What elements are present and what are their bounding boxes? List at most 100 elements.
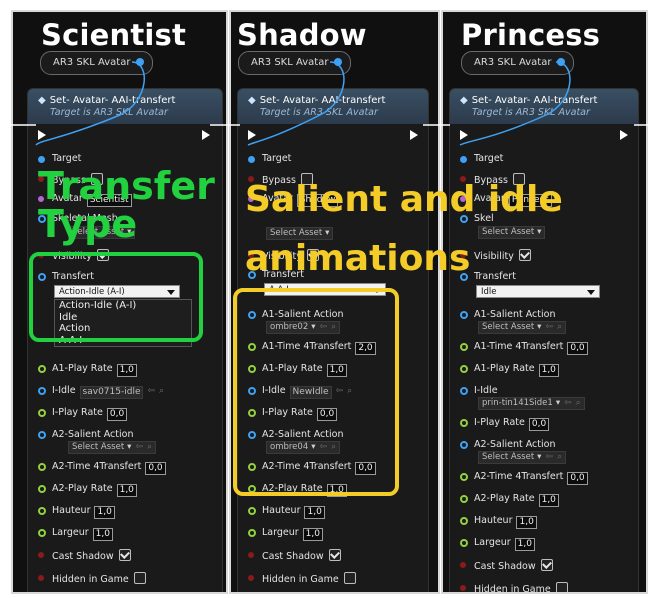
search-icon[interactable]: ⌕ [576, 398, 581, 408]
float-pin-icon[interactable] [38, 463, 46, 471]
bool-pin-icon[interactable] [248, 552, 254, 558]
number-field[interactable]: 1,0 [538, 364, 559, 377]
cast-shadow-checkbox[interactable] [118, 549, 131, 561]
asset-label: Select Asset [270, 228, 323, 238]
number-field[interactable]: 1,0 [116, 484, 137, 497]
hidden-in-game-checkbox[interactable] [133, 572, 146, 584]
cast-shadow-checkbox[interactable] [328, 549, 341, 561]
arrow-left-icon[interactable]: ⇦ [135, 442, 143, 452]
search-icon[interactable]: ⌕ [147, 442, 152, 452]
hidden-in-game-checkbox[interactable] [343, 572, 356, 584]
float-pin-icon[interactable] [460, 539, 468, 547]
row-label: Target [52, 153, 82, 164]
row-label: I-Idle [474, 385, 498, 396]
number-field[interactable]: 0,0 [567, 342, 588, 355]
number-field[interactable]: 1,0 [304, 506, 325, 519]
row-label: Target [262, 153, 292, 164]
exec-row [238, 124, 428, 146]
number-field[interactable]: 0,0 [145, 462, 166, 475]
exec-out-icon[interactable] [202, 130, 210, 140]
avatar-variable-node[interactable]: AR3 SKL Avatar [461, 51, 575, 75]
number-field[interactable]: 0,0 [106, 408, 128, 421]
transfer-type-highlight [29, 252, 203, 342]
hidden-in-game-checkbox[interactable] [555, 582, 568, 592]
avatar-variable-node[interactable]: AR3 SKL Avatar [40, 51, 154, 75]
number-field[interactable]: 1,0 [92, 528, 113, 541]
object-pin-icon[interactable] [460, 387, 468, 395]
object-pin-icon[interactable] [38, 431, 46, 439]
visibility-checkbox[interactable] [518, 249, 531, 261]
row-label: I-Play Rate [474, 417, 525, 428]
float-pin-icon[interactable] [248, 529, 256, 537]
arrow-left-icon[interactable]: ⇦ [147, 386, 155, 396]
float-pin-icon[interactable] [38, 485, 46, 493]
bool-pin-icon[interactable] [38, 552, 44, 558]
object-pin-icon[interactable] [460, 311, 468, 319]
arrow-left-icon[interactable]: ⇦ [545, 452, 553, 462]
asset-label: Select Asset [482, 452, 535, 462]
search-icon[interactable]: ⌕ [557, 322, 562, 332]
exec-in-icon[interactable] [248, 130, 256, 140]
output-pin-icon[interactable] [136, 58, 145, 66]
object-pin-icon[interactable] [248, 156, 255, 163]
search-icon[interactable]: ⌕ [159, 386, 164, 396]
select-asset-dropdown[interactable]: Select Asset ▾ ⇦ ⌕ [478, 451, 567, 464]
column-princess: Princess AR3 SKL Avatar ◆ Set- Avatar- AA… [441, 10, 648, 594]
search-icon[interactable]: ⌕ [557, 452, 562, 462]
object-pin-icon[interactable] [38, 387, 46, 395]
float-pin-icon[interactable] [38, 507, 46, 515]
avatar-variable-node[interactable]: AR3 SKL Avatar [238, 51, 352, 75]
float-pin-icon[interactable] [460, 517, 468, 525]
object-pin-icon[interactable] [460, 441, 468, 449]
row-label: A2-Salient Action [52, 429, 134, 440]
arrow-left-icon[interactable]: ⇦ [545, 322, 553, 332]
float-pin-icon[interactable] [460, 365, 468, 373]
caret-down-icon: ▾ [555, 398, 561, 408]
row-label: Hauteur [474, 515, 513, 526]
exec-out-icon[interactable] [410, 130, 418, 140]
row-label: A2-Play Rate [52, 483, 113, 494]
bool-pin-icon[interactable] [460, 585, 466, 591]
function-icon: ◆ [460, 95, 468, 106]
float-pin-icon[interactable] [248, 507, 256, 515]
arrow-left-icon[interactable]: ⇦ [564, 398, 572, 408]
bool-pin-icon[interactable] [460, 562, 466, 568]
number-field[interactable]: 1,0 [514, 538, 535, 551]
number-field[interactable]: 1,0 [116, 364, 137, 377]
float-pin-icon[interactable] [460, 419, 468, 427]
output-pin-icon[interactable] [334, 58, 343, 66]
number-field[interactable]: 1,0 [302, 528, 323, 541]
object-pin-icon[interactable] [460, 156, 467, 163]
bool-pin-icon[interactable] [38, 575, 44, 581]
select-asset-dropdown[interactable]: Select Asset ▾ ⇦ ⌕ [478, 321, 567, 334]
row-label: Hidden in Game [474, 584, 551, 594]
transfert-select[interactable]: Idle [476, 285, 600, 298]
asset-field[interactable]: sav0715-idle [79, 386, 144, 399]
set-avatar-node[interactable]: ◆ Set- Avatar- AAI-transfert Target is AR… [449, 88, 639, 594]
exec-in-icon[interactable] [460, 130, 468, 140]
output-pin-icon[interactable] [557, 58, 566, 66]
float-pin-icon[interactable] [460, 495, 468, 503]
exec-in-icon[interactable] [38, 130, 46, 140]
float-pin-icon[interactable] [460, 473, 468, 481]
select-asset-dropdown[interactable]: Select Asset ▾ ⇦ ⌕ [68, 441, 157, 454]
object-pin-icon[interactable] [38, 156, 45, 163]
asset-field[interactable]: prin-tin141Side1 ▾ ⇦ ⌕ [478, 397, 585, 410]
float-pin-icon[interactable] [460, 343, 468, 351]
cast-shadow-checkbox[interactable] [540, 559, 553, 571]
number-field[interactable]: 1,0 [94, 506, 115, 519]
row-label: A1-Time 4Transfert [474, 341, 564, 352]
float-pin-icon[interactable] [38, 365, 46, 373]
number-field[interactable]: 1,0 [538, 494, 559, 507]
number-field[interactable]: 1,0 [516, 516, 537, 529]
row-label: Largeur [52, 527, 89, 538]
row-label: A2-Play Rate [474, 493, 535, 504]
select-asset-dropdown[interactable]: Select Asset ▾ [478, 226, 546, 239]
number-field[interactable]: 0,0 [528, 418, 550, 431]
avatar-variable-label: AR3 SKL Avatar [53, 57, 131, 68]
number-field[interactable]: 0,0 [567, 472, 588, 485]
float-pin-icon[interactable] [38, 409, 46, 417]
bool-pin-icon[interactable] [248, 575, 254, 581]
exec-out-icon[interactable] [620, 130, 628, 140]
float-pin-icon[interactable] [38, 529, 46, 537]
